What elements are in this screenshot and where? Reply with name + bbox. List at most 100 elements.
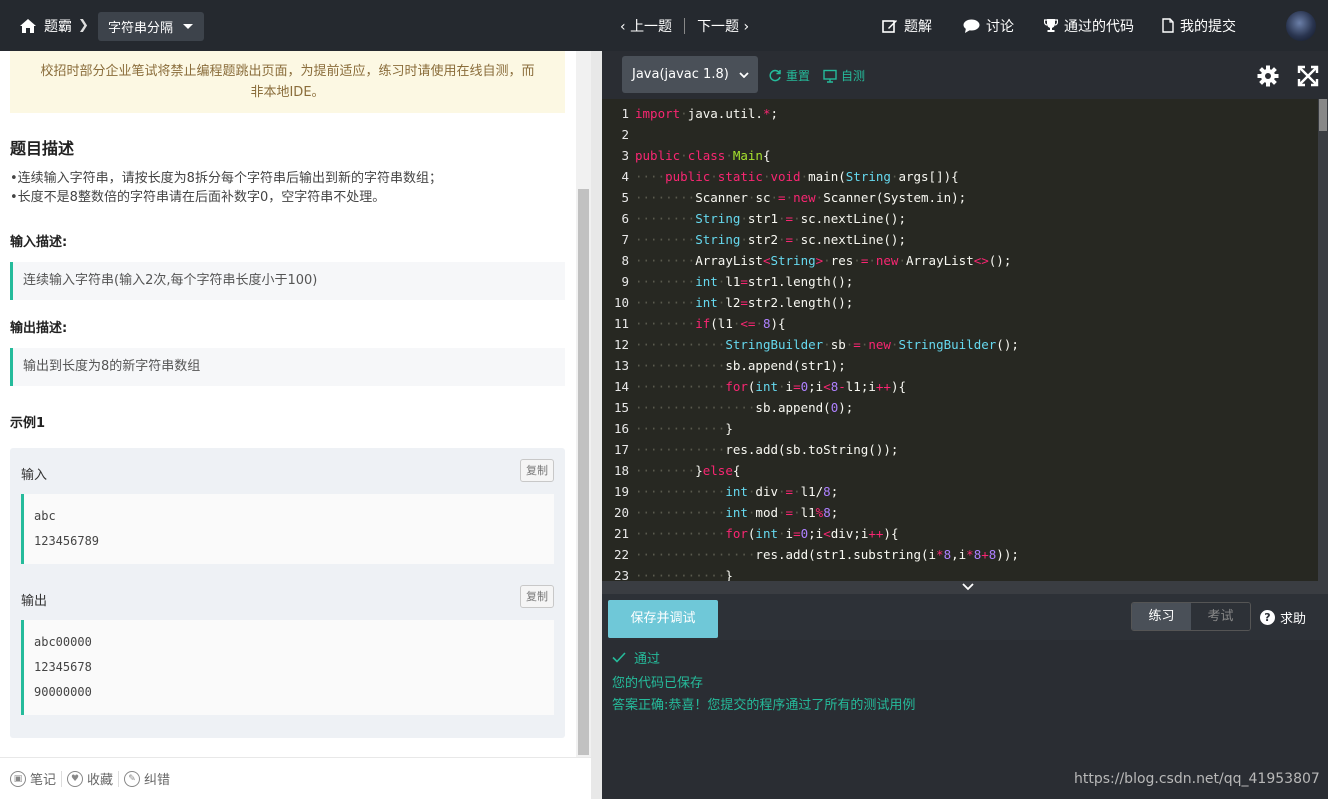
editor-panel: Java(javac 1.8) 重置 自测 1 import·java.util… [602,51,1328,799]
prev-problem-link[interactable]: ‹ 上一题 [620,16,672,36]
notice-banner: 校招时部分企业笔试将禁止编程题跳出页面，为提前适应，练习时请使用在线自测，而 非… [10,51,565,113]
code-line[interactable]: 16 ············} [602,418,1318,439]
code-line[interactable]: 21 ············for(int·i=0;i<div;i++){ [602,523,1318,544]
code-text: ················sb.append(0); [635,400,854,415]
passed-code-link[interactable]: 通过的代码 [1044,0,1134,51]
code-line[interactable]: 20 ············int·mod·=·l1%8; [602,502,1318,523]
user-avatar[interactable] [1286,11,1316,41]
example-input-code: abc 123456789 [21,494,554,564]
line-number: 9 [621,274,629,289]
problem-title: 字符串分隔 [108,21,174,36]
code-line[interactable]: 10 ········int·l2=str2.length(); [602,292,1318,313]
example-input-label: 输入 [21,468,48,483]
code-text: ········String·str1·=·sc.nextLine(); [635,211,906,226]
pencil-icon: ✎ [124,770,141,787]
line-number: 16 [613,421,629,436]
help-button[interactable]: ? 求助 [1260,608,1306,627]
code-line[interactable]: 11 ········if(l1·<=·8){ [602,313,1318,334]
line-number: 6 [621,211,629,226]
chevron-down-icon [962,583,974,591]
result-console: 通过 您的代码已保存 答案正确:恭喜！您提交的程序通过了所有的测试用例 http… [602,640,1328,799]
discussion-link[interactable]: 讨论 [963,0,1014,51]
next-problem-link[interactable]: 下一题 › [697,16,749,36]
editor-scrollbar[interactable] [1318,99,1328,581]
code-text: ················res.add(str1.substring(i… [635,547,1019,562]
selftest-button[interactable]: 自测 [823,67,865,84]
home-icon [20,18,36,33]
problem-footer: ▣ 笔记 ♥ 收藏 ✎ 纠错 [0,757,591,799]
chevron-down-icon [739,71,749,78]
code-line[interactable]: 18 ········}else{ [602,460,1318,481]
code-line[interactable]: 15 ················sb.append(0); [602,397,1318,418]
code-editor[interactable]: 1 import·java.util.*; 2 3 public·class·Main{… [602,99,1318,581]
chat-icon [963,19,980,33]
settings-gear-icon[interactable] [1257,65,1279,87]
save-and-debug-button[interactable]: 保存并调试 [608,600,718,638]
code-text: ············} [635,421,733,436]
line-number: 12 [613,337,629,352]
example-output-code: abc00000 12345678 90000000 [21,620,554,715]
solution-link[interactable]: 题解 [882,0,932,51]
code-line[interactable]: 7 ········String·str2·=·sc.nextLine(); [602,229,1318,250]
example-output-label: 输出 [21,594,48,609]
home-link[interactable]: 题霸 [20,0,72,51]
reset-button[interactable]: 重置 [768,67,810,84]
trophy-icon [1044,19,1058,32]
problem-scrollbar[interactable] [576,51,591,757]
caret-down-icon [183,24,194,29]
editor-console-splitter[interactable] [602,581,1328,594]
code-text: ············int·div·=·l1/8; [635,484,839,499]
copy-input-button[interactable]: 复制 [520,459,554,482]
collect-button[interactable]: ♥ 收藏 [67,769,113,788]
line-number: 8 [621,253,629,268]
code-line[interactable]: 1 import·java.util.*; [602,103,1318,124]
line-number: 19 [613,484,629,499]
code-line[interactable]: 19 ············int·div·=·l1/8; [602,481,1318,502]
line-number: 2 [621,127,629,142]
line-number: 22 [613,547,629,562]
code-line[interactable]: 14 ············for(int·i=0;i<8-l1;i++){ [602,376,1318,397]
code-text: ········if(l1·<=·8){ [635,316,786,331]
scrollbar-thumb[interactable] [578,189,589,755]
code-line[interactable]: 12 ············StringBuilder·sb·=·new·Str… [602,334,1318,355]
code-line[interactable]: 9 ········int·l1=str1.length(); [602,271,1318,292]
code-line[interactable]: 23 ············} [602,565,1318,581]
code-text: import·java.util.*; [635,106,779,121]
description-heading: 题目描述 [10,139,75,158]
problem-panel: 校招时部分企业笔试将禁止编程题跳出页面，为提前适应，练习时请使用在线自测，而 非… [0,51,576,757]
my-submissions-link[interactable]: 我的提交 [1162,0,1236,51]
code-line[interactable]: 8 ········ArrayList<String>·res·=·new·Arr… [602,250,1318,271]
code-text: ········Scanner·sc·=·new·Scanner(System.… [635,190,967,205]
result-message: 答案正确:恭喜！您提交的程序通过了所有的测试用例 [612,698,916,713]
code-line[interactable]: 17 ············res.add(sb.toString()); [602,439,1318,460]
code-text: ········int·l2=str2.length(); [635,295,854,310]
mode-exam-tab[interactable]: 考试 [1191,603,1250,630]
code-line[interactable]: 22 ················res.add(str1.substring… [602,544,1318,565]
code-line[interactable]: 3 public·class·Main{ [602,145,1318,166]
code-line[interactable]: 5 ········Scanner·sc·=·new·Scanner(System… [602,187,1318,208]
language-select[interactable]: Java(javac 1.8) [622,56,758,93]
breadcrumb-chevron-icon: ❯ [78,18,89,33]
code-line[interactable]: 2 [602,124,1318,145]
code-line[interactable]: 4 ····public·static·void·main(String·args… [602,166,1318,187]
report-error-button[interactable]: ✎ 纠错 [124,769,170,788]
question-icon: ? [1260,610,1275,625]
note-button[interactable]: ▣ 笔记 [10,769,56,788]
copy-output-button[interactable]: 复制 [520,585,554,608]
line-number: 20 [613,505,629,520]
output-heading: 输出描述: [10,321,68,336]
prev-next-nav: ‹ 上一题 下一题 › [620,0,749,51]
line-number: 1 [621,106,629,121]
code-text: public·class·Main{ [635,148,771,163]
problem-dropdown[interactable]: 字符串分隔 [98,12,204,41]
example-heading: 示例1 [10,416,46,431]
note-icon: ▣ [10,770,26,787]
fullscreen-icon[interactable] [1297,65,1319,87]
mode-toggle: 练习 考试 [1131,602,1251,631]
panel-divider[interactable] [591,51,602,799]
mode-practice-tab[interactable]: 练习 [1132,603,1191,630]
line-number: 23 [613,568,629,581]
code-line[interactable]: 6 ········String·str1·=·sc.nextLine(); [602,208,1318,229]
code-line[interactable]: 13 ············sb.append(str1); [602,355,1318,376]
code-text: ············for(int·i=0;i<8-l1;i++){ [635,379,907,394]
